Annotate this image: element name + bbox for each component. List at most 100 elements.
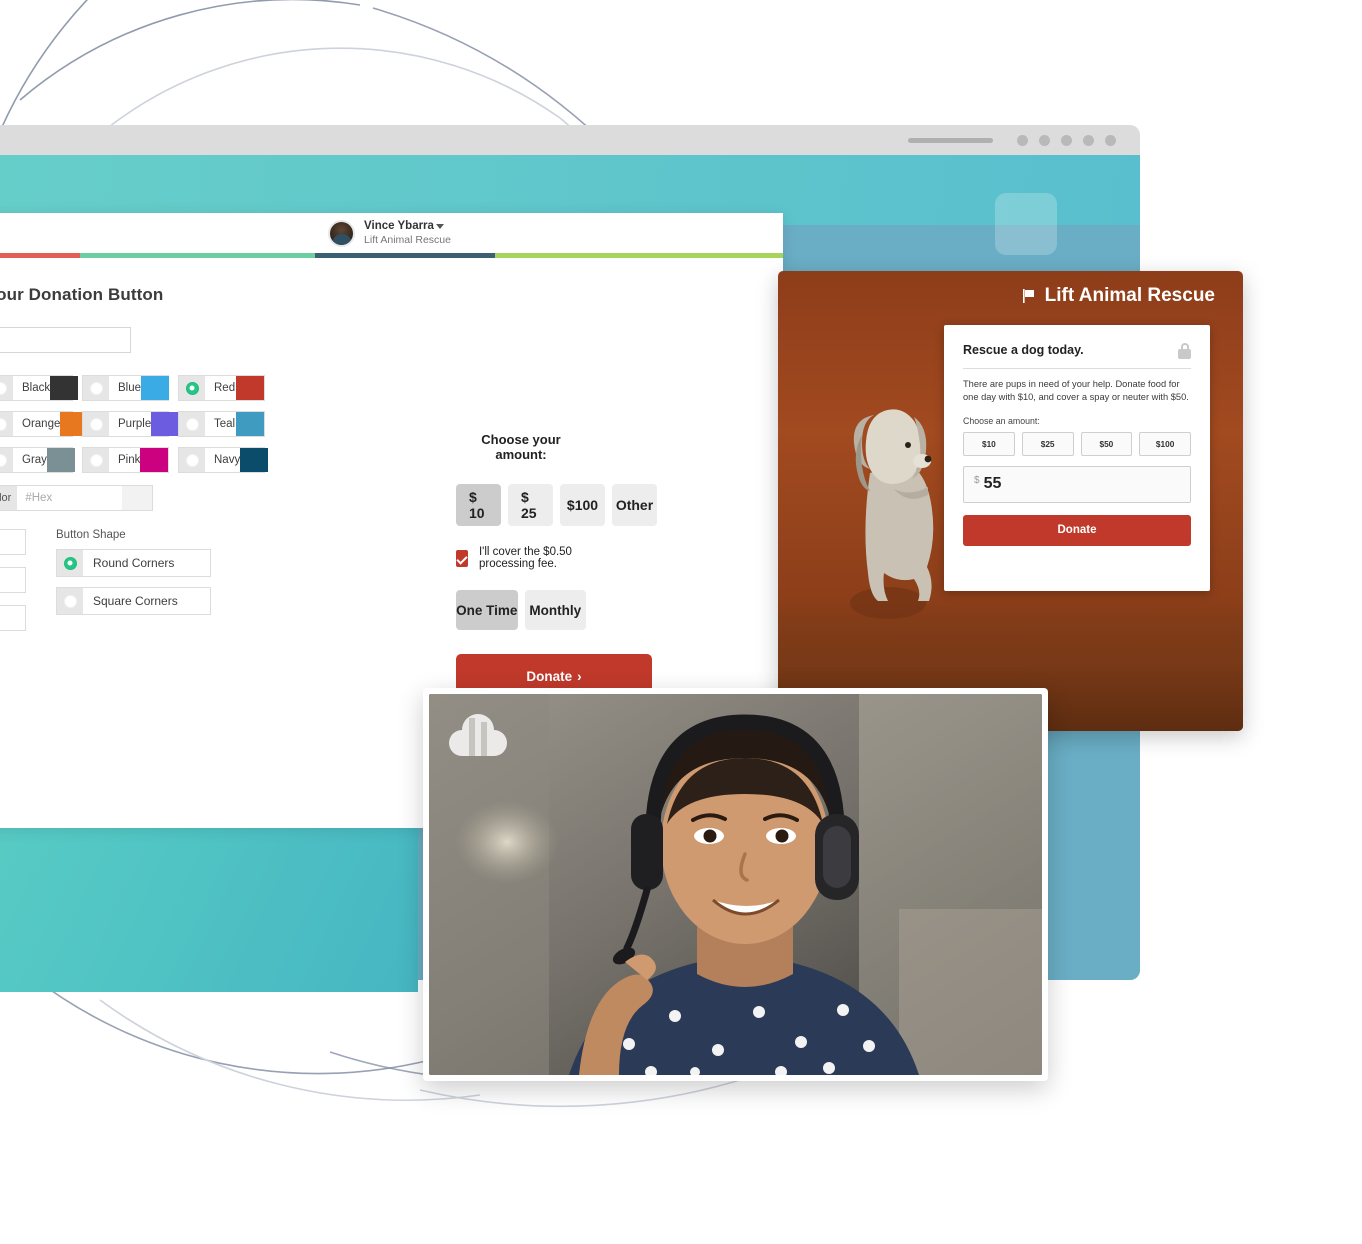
radio-cell[interactable] — [179, 412, 205, 436]
toolbar-dot[interactable] — [1105, 134, 1116, 146]
browser-url-bar[interactable] — [908, 137, 993, 143]
color-option-blue[interactable]: Blue — [82, 375, 170, 401]
color-option-gray[interactable]: Gray — [0, 447, 75, 473]
user-menu[interactable]: Vince Ybarra Lift Animal Rescue — [328, 219, 451, 247]
radio-cell[interactable] — [0, 448, 13, 472]
rescue-amount-button[interactable]: $50 — [1080, 431, 1133, 456]
rescue-title: Lift Animal Rescue — [1021, 285, 1215, 307]
radio-cell[interactable] — [179, 448, 205, 472]
radio-button[interactable] — [63, 594, 77, 608]
radio-cell[interactable] — [57, 550, 83, 576]
rescue-choose-label: Choose an amount: — [963, 415, 1040, 426]
radio-cell[interactable] — [83, 376, 109, 400]
avatar — [328, 219, 356, 247]
rescue-amount-button[interactable]: $25 — [1021, 431, 1074, 456]
color-swatch — [151, 412, 180, 436]
custom-color-swatch[interactable] — [122, 486, 152, 510]
extra-field[interactable] — [0, 567, 26, 593]
color-swatch — [236, 376, 264, 400]
shape-option-square-corners[interactable]: Square Corners — [56, 587, 211, 615]
rescue-campaign-card: Lift Animal Rescue Rescue a dog today. T… — [778, 271, 1243, 731]
radio-button[interactable] — [0, 453, 7, 467]
rescue-amount-button[interactable]: $100 — [1139, 431, 1191, 456]
extra-field[interactable] — [0, 529, 26, 555]
color-label: Blue — [118, 382, 142, 394]
radio-cell[interactable] — [83, 448, 109, 472]
radio-button[interactable] — [89, 453, 103, 467]
chevron-right-icon: › — [577, 668, 582, 684]
radio-button[interactable] — [185, 381, 199, 395]
radio-cell[interactable] — [0, 412, 13, 436]
chevron-down-icon[interactable] — [435, 223, 444, 229]
shape-label: Round Corners — [93, 556, 175, 570]
toolbar-dot[interactable] — [1039, 134, 1050, 146]
rescue-amount-input[interactable]: $ 55 — [963, 465, 1191, 503]
custom-color-input[interactable]: #Hex — [17, 492, 122, 504]
radio-cell[interactable] — [57, 588, 83, 614]
color-option-navy[interactable]: Navy — [178, 447, 269, 473]
color-swatch — [50, 376, 79, 400]
teal-gradient-band — [0, 820, 418, 992]
processing-fee-checkbox[interactable] — [456, 549, 468, 567]
amount-buttons: $ 10 $ 25 $100 Other — [456, 484, 657, 526]
video-card — [423, 688, 1048, 1081]
color-option-black[interactable]: Black — [0, 375, 79, 401]
currency-symbol: $ — [974, 474, 980, 486]
color-option-purple[interactable]: Purple — [82, 411, 180, 437]
extra-field-column — [0, 529, 26, 643]
toolbar-dot[interactable] — [1083, 134, 1094, 146]
shape-label: Square Corners — [93, 594, 178, 608]
color-option-teal[interactable]: Teal — [178, 411, 265, 437]
brand-color-stripe — [0, 253, 783, 258]
amount-button[interactable]: $100 — [560, 484, 605, 526]
stripe-segment-3 — [315, 253, 495, 258]
color-swatch — [46, 448, 75, 472]
stripe-segment-1 — [0, 253, 80, 258]
video-thumbnail[interactable] — [429, 694, 1042, 1075]
frequency-buttons: One Time Monthly — [456, 590, 586, 630]
color-swatch — [141, 376, 170, 400]
user-meta: Vince Ybarra Lift Animal Rescue — [364, 219, 451, 247]
color-option-orange[interactable]: Orange — [0, 411, 89, 437]
color-label: Pink — [118, 454, 141, 466]
rescue-amount-value: 55 — [983, 475, 1002, 493]
donate-button-label: Donate — [526, 668, 573, 684]
radio-button[interactable] — [185, 417, 199, 431]
color-option-pink[interactable]: Pink — [82, 447, 169, 473]
radio-button[interactable] — [185, 453, 199, 467]
amount-button[interactable]: $ 10 — [456, 484, 501, 526]
amount-button[interactable]: Other — [612, 484, 657, 526]
color-label: Black — [22, 382, 51, 394]
button-shape-panel: Button Shape Round Corners Square Corners — [56, 529, 211, 643]
radio-button[interactable] — [89, 417, 103, 431]
color-option-red[interactable]: Red — [178, 375, 265, 401]
amount-button[interactable]: $ 25 — [508, 484, 553, 526]
classy-cloud-logo — [449, 714, 507, 756]
radio-cell[interactable] — [0, 376, 13, 400]
extra-field[interactable] — [0, 605, 26, 631]
radio-cell[interactable] — [179, 376, 205, 400]
radio-cell[interactable] — [83, 412, 109, 436]
toolbar-dot[interactable] — [1061, 134, 1072, 146]
color-label: Navy — [214, 454, 241, 466]
radio-button[interactable] — [89, 381, 103, 395]
headset-woman-photo — [429, 694, 1042, 1075]
color-swatch — [236, 412, 264, 436]
custom-color-row[interactable]: olor #Hex — [0, 485, 153, 511]
radio-button[interactable] — [0, 417, 7, 431]
processing-fee-row[interactable]: I'll cover the $0.50 processing fee. — [456, 546, 586, 570]
radio-button[interactable] — [0, 381, 7, 395]
color-label: Teal — [214, 418, 236, 430]
frequency-button[interactable]: Monthly — [524, 590, 586, 630]
builder-columns: Black Blue Red Orange Purple Teal Gray Pink Navy… — [0, 305, 783, 698]
page-title: Your Donation Button — [0, 285, 164, 304]
rescue-donate-button[interactable]: Donate — [963, 514, 1191, 546]
rescue-amount-button[interactable]: $10 — [963, 431, 1015, 456]
button-name-input[interactable] — [0, 327, 131, 353]
rescue-form-body: There are pups in need of your help. Don… — [963, 379, 1189, 403]
shape-option-round-corners[interactable]: Round Corners — [56, 549, 211, 577]
frequency-button[interactable]: One Time — [456, 590, 518, 630]
rescue-title-text: Lift Animal Rescue — [1044, 285, 1215, 306]
toolbar-dot[interactable] — [1017, 134, 1028, 146]
radio-button[interactable] — [63, 556, 77, 570]
